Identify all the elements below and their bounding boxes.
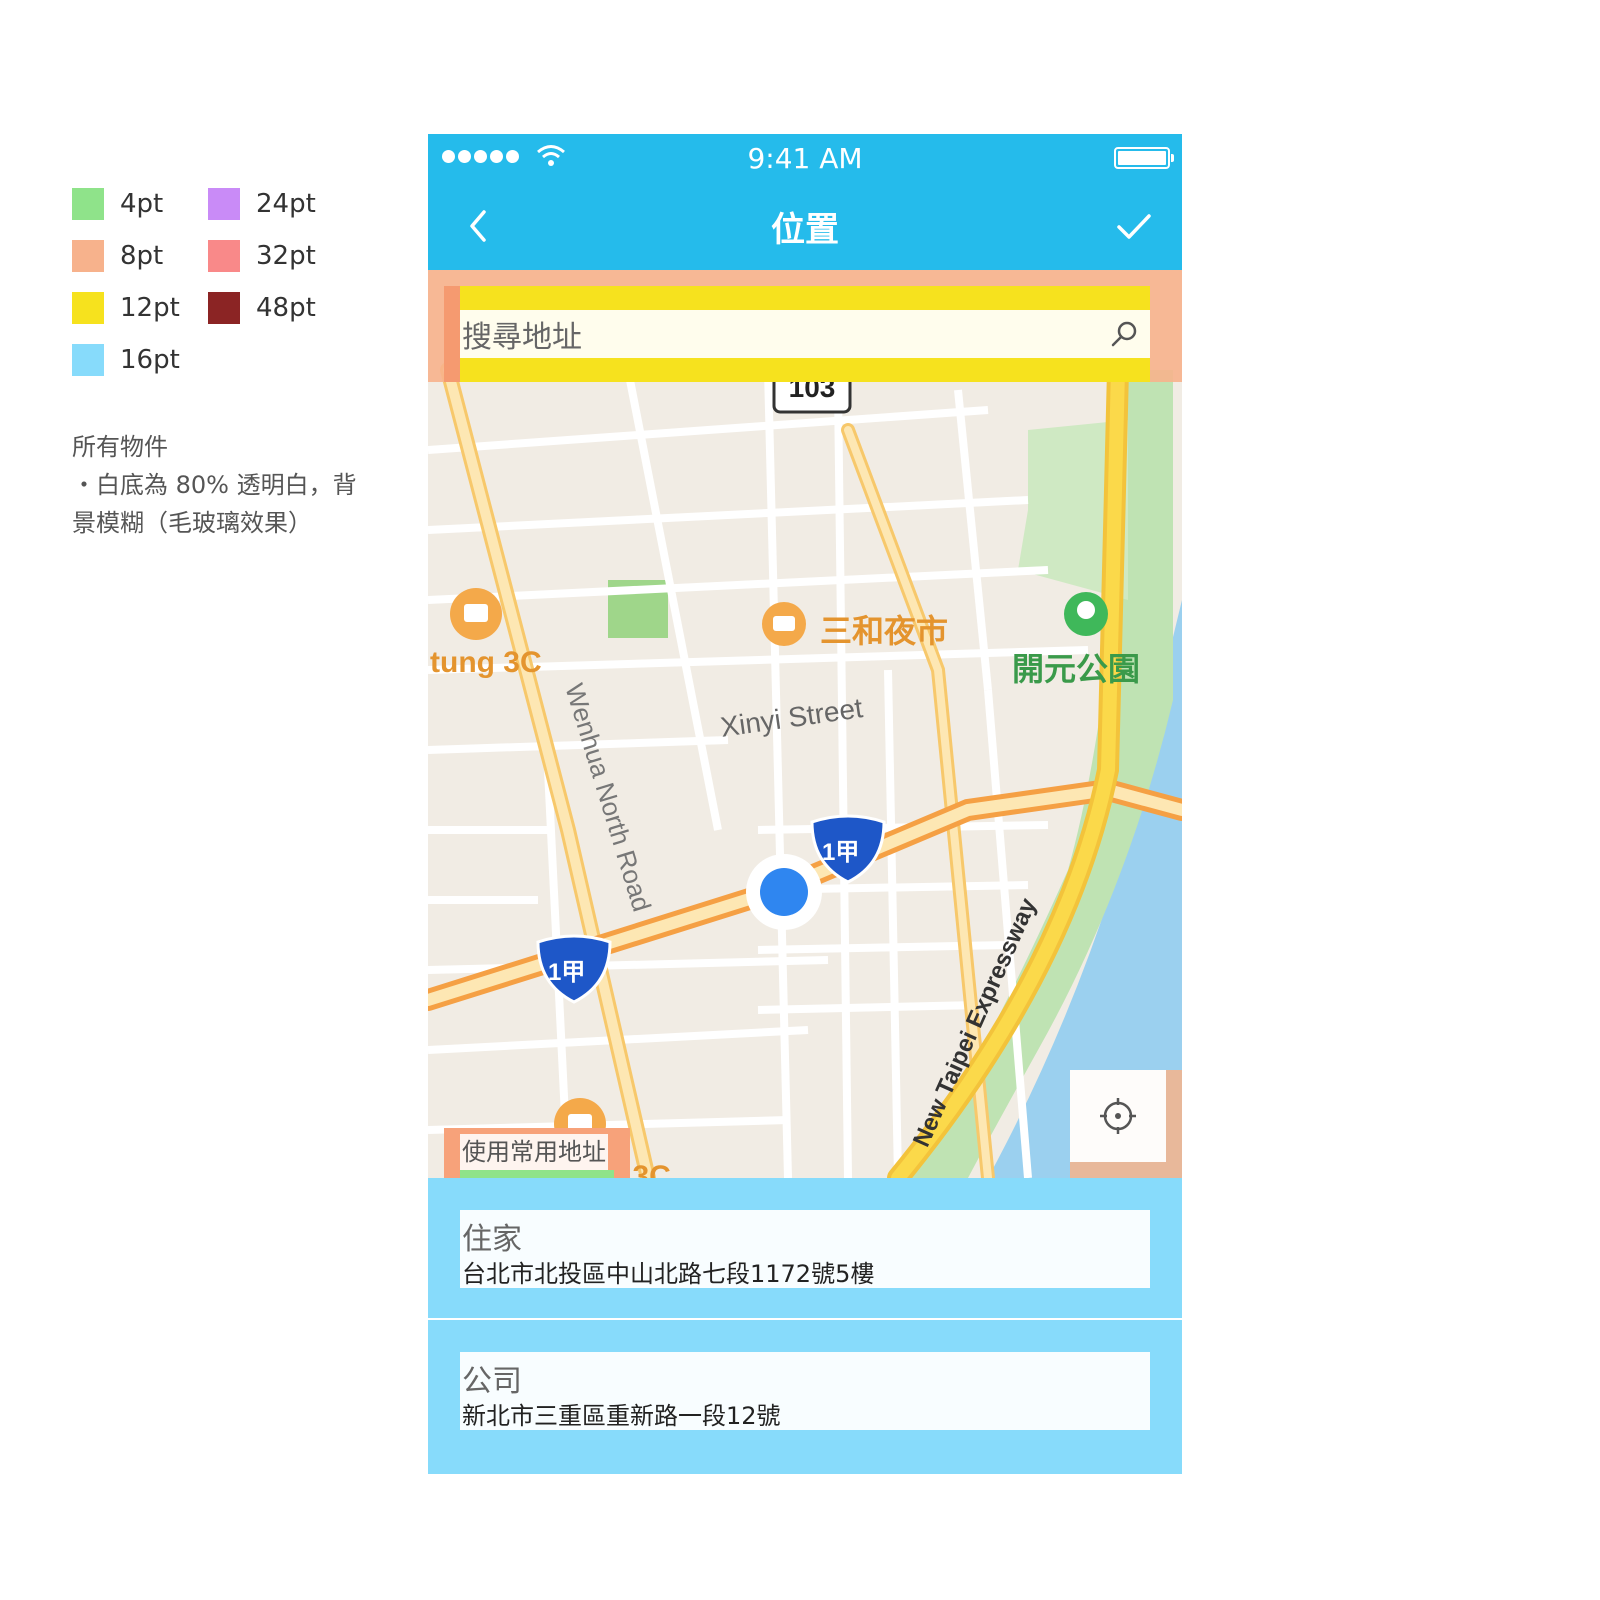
battery-icon <box>1114 147 1174 169</box>
legend-swatch <box>72 292 104 324</box>
note-line: 景模糊（毛玻璃效果） <box>72 509 312 537</box>
route-1a-label: 1甲 <box>548 959 586 986</box>
address-title: 住家 <box>462 1222 522 1257</box>
page-title: 位置 <box>771 210 839 250</box>
legend-label: 4pt <box>120 189 164 219</box>
status-time: 9:41 AM <box>747 142 863 175</box>
legend-swatch <box>72 188 104 220</box>
route-1a-label: 1甲 <box>822 839 860 866</box>
design-note: 所有物件 ・白底為 80% 透明白，背 景模糊（毛玻璃效果） <box>72 428 382 542</box>
search-padding-left <box>444 286 460 382</box>
legend-item-16pt: 16pt <box>72 344 180 376</box>
legend-swatch <box>208 240 240 272</box>
legend-label: 12pt <box>120 293 180 323</box>
legend-label: 16pt <box>120 345 180 375</box>
frequent-padding-4pt <box>460 1170 614 1178</box>
note-line: ・白底為 80% 透明白，背 <box>72 471 357 499</box>
legend-swatch <box>72 344 104 376</box>
legend-label: 8pt <box>120 241 164 271</box>
shop-label: tung 3C <box>430 646 542 679</box>
search-icon[interactable] <box>1108 318 1140 350</box>
map-view[interactable]: 103 1甲 1甲 三和夜市 開元公園 Xinyi Street Wenhua … <box>428 270 1182 1178</box>
locate-button[interactable] <box>1070 1070 1166 1162</box>
address-text: 台北市北投區中山北路七段1172號5樓 <box>462 1260 875 1288</box>
phone-screen: 9:41 AM 位置 103 1甲 1甲 三和夜市 開元公園 Xinyi Str… <box>428 134 1182 1474</box>
address-text: 新北市三重區重新路一段12號 <box>462 1402 781 1430</box>
legend-item-24pt: 24pt <box>208 188 316 220</box>
legend-item-8pt: 8pt <box>72 240 163 272</box>
legend-item-4pt: 4pt <box>72 188 163 220</box>
park-label: 開元公園 <box>1012 651 1141 687</box>
address-title: 公司 <box>462 1364 522 1399</box>
status-bar: 9:41 AM <box>428 134 1182 182</box>
address-item-home[interactable]: 住家 台北市北投區中山北路七段1172號5樓 <box>460 1210 1150 1288</box>
search-input[interactable]: 搜尋地址 <box>460 310 1150 358</box>
legend-label: 32pt <box>256 241 316 271</box>
checkmark-icon[interactable] <box>1110 202 1158 250</box>
nav-bar: 位置 <box>428 182 1182 270</box>
legend-item-32pt: 32pt <box>208 240 316 272</box>
frequent-address-label: 使用常用地址 <box>460 1134 608 1170</box>
list-divider <box>428 1318 1182 1320</box>
legend-swatch <box>72 240 104 272</box>
note-title: 所有物件 <box>72 433 168 461</box>
legend-label: 48pt <box>256 293 316 323</box>
night-market-label: 三和夜市 <box>820 613 949 649</box>
legend-swatch <box>208 188 240 220</box>
address-item-office[interactable]: 公司 新北市三重區重新路一段12號 <box>460 1352 1150 1430</box>
legend-item-12pt: 12pt <box>72 292 180 324</box>
crosshair-icon <box>1100 1098 1136 1134</box>
legend-swatch <box>208 292 240 324</box>
search-placeholder: 搜尋地址 <box>462 320 582 355</box>
legend-item-48pt: 48pt <box>208 292 316 324</box>
legend-label: 24pt <box>256 189 316 219</box>
